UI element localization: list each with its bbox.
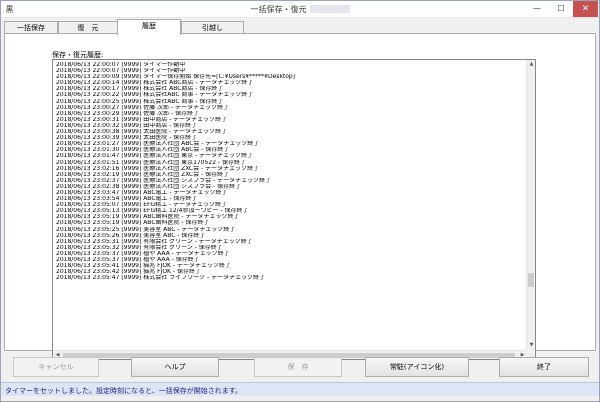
status-message: タイマーをセットしました。設定時刻になると、一括保存が開始されます。 (5, 387, 243, 395)
exit-button[interactable]: 終了 (499, 357, 589, 377)
window-title: 一括保存・復元 (1, 4, 599, 15)
history-log-list[interactable]: 2018/06/13 22:00:07 [9999] タイマー作動中 2018/0… (52, 59, 536, 360)
help-button[interactable]: ヘルプ (131, 357, 219, 377)
history-panel: 保存・復元履歴: 2018/06/13 22:00:07 [9999] タイマー… (4, 33, 596, 360)
history-log-line: 2018/06/13 23:05:47 [9999] 株式会社 ライフワーク -… (56, 275, 266, 282)
main-window: 黒 一括保存・復元 — ☐ ✕ 一括保存 復 元 履歴 引越し 保存・復元履歴:… (0, 0, 600, 402)
button-row: キャンセル ヘルプ 保 存 常駐(アイコン化) 終了 (1, 357, 599, 379)
vertical-scroll-thumb[interactable] (528, 273, 534, 287)
status-bar: タイマーをセットしました。設定時刻になると、一括保存が開始されます。 (1, 382, 599, 396)
tab-strip: 一括保存 復 元 履歴 引越し (4, 19, 596, 35)
minimize-button[interactable]: — (525, 1, 549, 17)
scroll-down-icon[interactable]: ▼ (527, 341, 535, 350)
scroll-up-icon[interactable]: ▲ (527, 60, 535, 69)
cancel-button[interactable]: キャンセル (13, 357, 99, 377)
save-button[interactable]: 保 存 (254, 357, 342, 377)
vertical-scrollbar[interactable]: ▲ ▼ (526, 60, 535, 350)
resident-iconize-button[interactable]: 常駐(アイコン化) (365, 357, 469, 377)
title-bar[interactable]: 黒 一括保存・復元 — ☐ ✕ (1, 1, 599, 18)
history-log-lines: 2018/06/13 22:00:07 [9999] タイマー作動中 2018/0… (56, 62, 524, 342)
tab-history[interactable]: 履歴 (117, 19, 181, 35)
maximize-button[interactable]: ☐ (549, 1, 573, 17)
close-window-button[interactable]: ✕ (573, 1, 598, 17)
title-redacted-block (309, 5, 350, 13)
